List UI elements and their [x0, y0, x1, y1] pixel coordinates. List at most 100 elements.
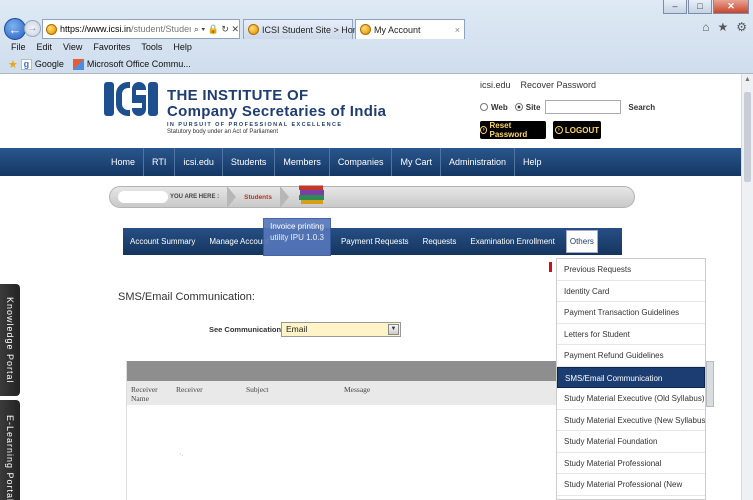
col-receiver-name: Receiver Name	[131, 385, 158, 403]
e-learning-portal-label: E-Learning Portal	[5, 415, 15, 500]
address-tools-icon[interactable]: ⌕ ▾ 🔒 ↻ ✕	[194, 24, 239, 35]
minimize-button[interactable]: –	[663, 0, 687, 14]
institute-name-line1: THE INSTITUTE OF	[167, 87, 309, 104]
site-favicon-icon	[46, 23, 57, 35]
dropdown-scrollbar[interactable]	[706, 361, 714, 407]
menu-item-sms-email-communication[interactable]: SMS/Email Communication	[557, 366, 705, 388]
breadcrumb-separator	[279, 186, 289, 208]
maximize-button[interactable]: □	[688, 0, 712, 14]
others-dropdown-menu: Previous Requests Identity Card Payment …	[556, 258, 706, 500]
menu-item-study-material-executive-old[interactable]: Study Material Executive (Old Syllabus)	[557, 388, 705, 410]
nav-students[interactable]: Students	[223, 148, 276, 176]
radio-site-label: Site	[525, 102, 541, 112]
institute-tagline: IN PURSUIT OF PROFESSIONAL EXCELLENCE	[167, 122, 343, 128]
col-subject: Subject	[246, 385, 269, 394]
search-scope: Web Site Search	[480, 100, 655, 114]
menu-view[interactable]: View	[63, 42, 82, 52]
table-header-bar	[127, 361, 560, 381]
recover-password-link[interactable]: Recover Password	[521, 80, 597, 90]
red-marker	[549, 262, 552, 272]
google-icon: g	[20, 58, 32, 70]
scroll-up-icon[interactable]: ▲	[744, 76, 751, 83]
reset-password-label: Reset Password	[489, 121, 528, 139]
knowledge-portal-tab[interactable]: Knowledge Portal	[0, 284, 20, 396]
breadcrumb-you-are-here: YOU ARE HERE :	[170, 194, 220, 200]
radio-site[interactable]	[514, 103, 523, 111]
chevron-down-icon[interactable]: ▼	[388, 324, 399, 335]
nav-help[interactable]: Help	[515, 148, 550, 176]
scrollbar-thumb[interactable]	[744, 92, 751, 182]
nav-administration[interactable]: Administration	[441, 148, 515, 176]
tab-account-summary[interactable]: Account Summary	[123, 237, 202, 246]
tab-my-account[interactable]: My Account ×	[355, 19, 465, 39]
logout-button[interactable]: › LOGOUT	[553, 121, 601, 139]
tab-icsi-student-home[interactable]: ICSI Student Site > Home	[243, 19, 365, 39]
nav-home[interactable]: Home	[103, 148, 145, 176]
window-controls: – □ ✕	[663, 0, 749, 14]
nav-my-cart[interactable]: My Cart	[392, 148, 441, 176]
menu-item-previous-requests[interactable]: Previous Requests	[557, 259, 705, 281]
favorites-star-icon[interactable]: ★	[717, 20, 728, 34]
menu-help[interactable]: Help	[173, 42, 192, 52]
menu-item-study-material-professional[interactable]: Study Material Professional	[557, 453, 705, 474]
institute-name-line2: Company Secretaries of India	[167, 103, 387, 120]
home-icon[interactable]: ⌂	[702, 20, 709, 34]
tab-payment-requests[interactable]: Payment Requests	[334, 237, 416, 246]
arrow-circle-icon: ›	[554, 126, 563, 134]
nav-members[interactable]: Members	[275, 148, 330, 176]
logout-label: LOGOUT	[564, 125, 600, 135]
breadcrumb: YOU ARE HERE : Students	[109, 185, 635, 208]
address-bar[interactable]: https://www.icsi.in/student/Students/MyA…	[42, 19, 240, 39]
e-learning-portal-tab[interactable]: E-Learning Portal	[0, 400, 20, 500]
icsi-logo-icon[interactable]	[104, 82, 158, 116]
communication-select[interactable]: Email ▼	[281, 322, 401, 337]
tab-requests[interactable]: Requests	[416, 237, 464, 246]
breadcrumb-blank	[118, 191, 168, 203]
tab-examination-enrollment[interactable]: Examination Enrollment	[463, 237, 561, 246]
breadcrumb-students[interactable]: Students	[244, 194, 272, 201]
reset-password-button[interactable]: › Reset Password	[480, 121, 546, 139]
radio-web[interactable]	[480, 103, 488, 111]
menu-item-payment-refund-guidelines[interactable]: Payment Refund Guidelines	[557, 345, 705, 367]
communication-table: Receiver Name Receiver Subject Message ·…	[126, 361, 560, 500]
web-page: THE INSTITUTE OF Company Secretaries of …	[0, 74, 741, 500]
favorite-google[interactable]: Google	[35, 59, 64, 69]
browser-chrome: – □ ✕ ← → https://www.icsi.in/student/St…	[0, 0, 753, 74]
menu-edit[interactable]: Edit	[37, 42, 53, 52]
menu-file[interactable]: File	[11, 42, 26, 52]
menu-item-study-material-professional-new[interactable]: Study Material Professional (New	[557, 474, 705, 496]
nav-companies[interactable]: Companies	[330, 148, 393, 176]
close-window-button[interactable]: ✕	[713, 0, 749, 14]
icsi-edu-link[interactable]: icsi.edu	[480, 80, 511, 90]
tab-label: ICSI Student Site > Home	[262, 24, 366, 35]
main-nav: Home RTI icsi.edu Students Members Compa…	[0, 148, 741, 176]
nav-icsi-edu[interactable]: icsi.edu	[175, 148, 223, 176]
tab-others[interactable]: Others	[565, 230, 598, 253]
search-button[interactable]: Search	[628, 103, 655, 112]
top-links: icsi.edu Recover Password	[480, 80, 596, 90]
menu-item-study-material-executive-new[interactable]: Study Material Executive (New Syllabus)	[557, 410, 705, 431]
gear-icon[interactable]: ⚙	[736, 20, 747, 34]
menu-bar: File Edit View Favorites Tools Help	[0, 39, 753, 55]
menu-item-payment-transaction-guidelines[interactable]: Payment Transaction Guidelines	[557, 302, 705, 324]
menu-item-letters-for-student[interactable]: Letters for Student	[557, 324, 705, 345]
search-input[interactable]	[545, 100, 622, 114]
favorite-office[interactable]: Microsoft Office Commu...	[87, 59, 191, 69]
table-columns: Receiver Name Receiver Subject Message	[127, 381, 560, 405]
menu-item-identity-card[interactable]: Identity Card	[557, 281, 705, 302]
menu-tools[interactable]: Tools	[141, 42, 162, 52]
page-title: SMS/Email Communication:	[118, 291, 255, 303]
address-url-host: https://www.icsi.in	[60, 24, 132, 34]
tab-close-icon[interactable]: ×	[455, 25, 460, 35]
back-button[interactable]: ←	[4, 18, 26, 40]
menu-favorites[interactable]: Favorites	[93, 42, 130, 52]
col-message: Message	[344, 385, 371, 394]
nav-rti[interactable]: RTI	[144, 148, 176, 176]
page-scrollbar[interactable]: ▲	[741, 74, 753, 500]
communication-select-value: Email	[286, 324, 308, 334]
favorites-star-icon[interactable]: ★	[8, 58, 18, 71]
menu-item-study-material-foundation[interactable]: Study Material Foundation	[557, 431, 705, 453]
forward-button[interactable]: →	[24, 20, 41, 37]
see-communication-label: See Communication	[209, 325, 282, 334]
invoice-printing-utility-link[interactable]: Invoice printing utility IPU 1.0.3	[263, 218, 331, 256]
